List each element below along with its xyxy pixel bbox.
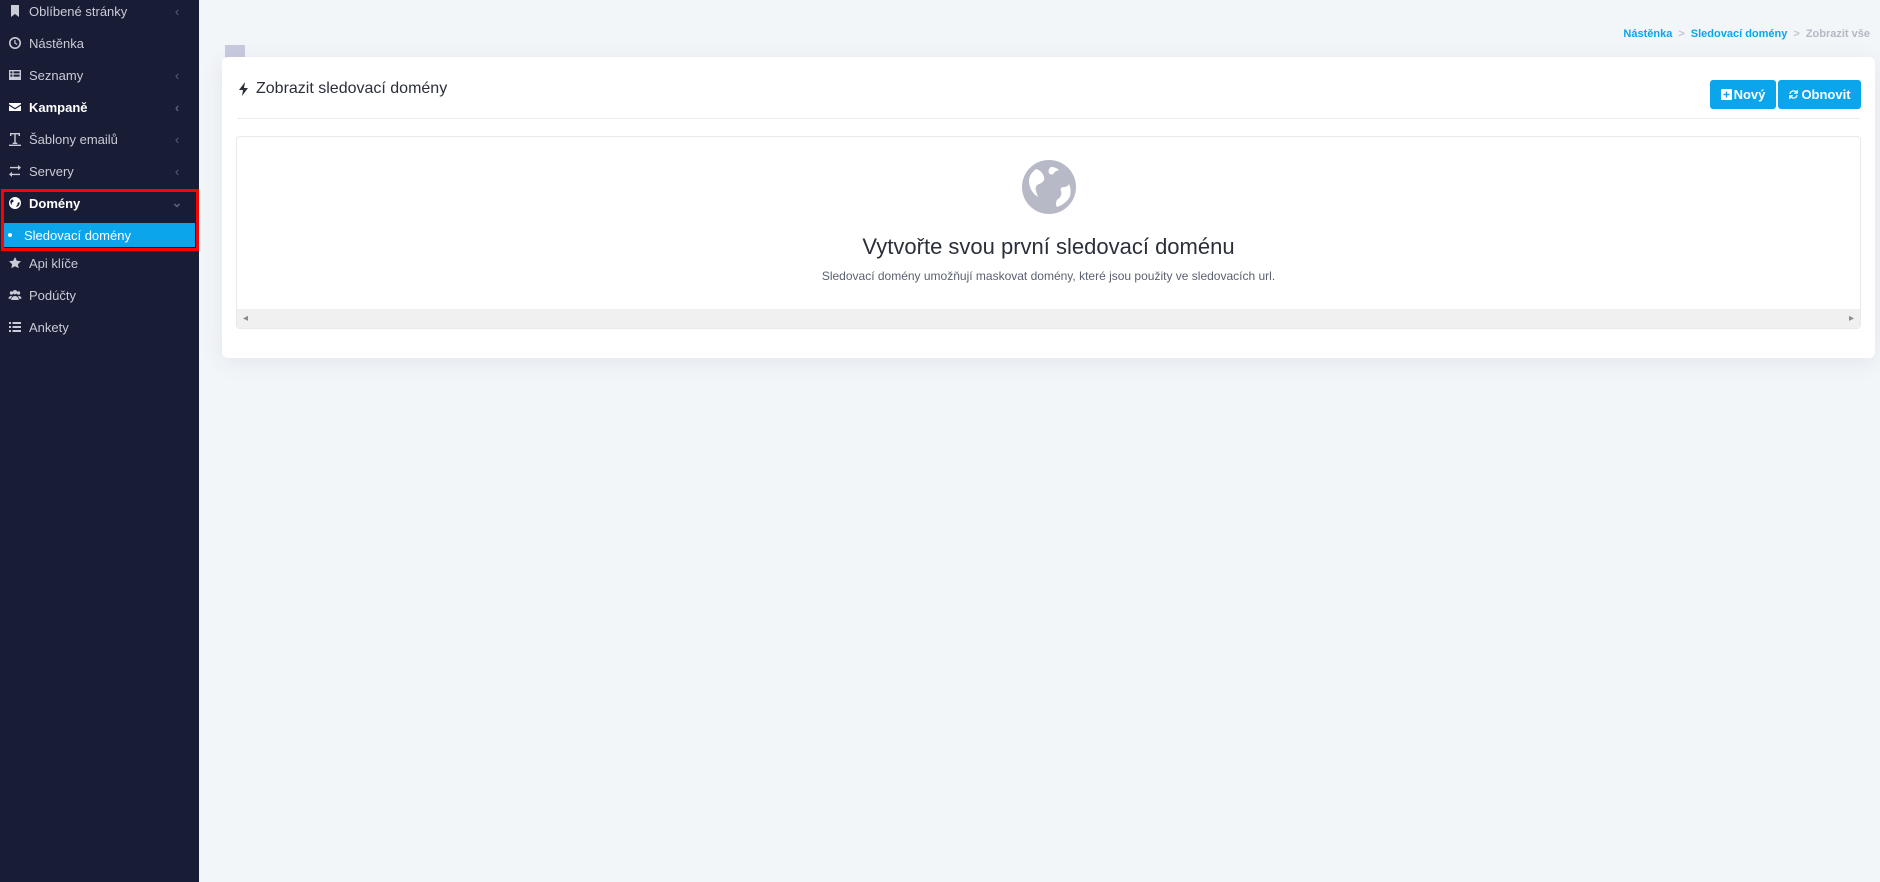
- new-button-label: Nový: [1733, 87, 1766, 102]
- sidebar-item-label: Podúčty: [29, 287, 76, 303]
- refresh-button-label: Obnovit: [1801, 87, 1851, 102]
- chevron-left-icon: ‹: [174, 131, 180, 147]
- sidebar-item-label: Ankety: [29, 319, 69, 335]
- sidebar-item-dashboard[interactable]: Nástěnka: [0, 27, 199, 59]
- empty-state-description: Sledovací domény umožňují maskovat domén…: [821, 269, 1276, 283]
- breadcrumb-section[interactable]: Sledovací domény: [1691, 28, 1788, 40]
- scroll-right-icon[interactable]: ▸: [1843, 313, 1860, 324]
- breadcrumb-home[interactable]: Nástěnka: [1623, 28, 1672, 40]
- empty-state-title: Vytvořte svou první sledovací doménu: [862, 234, 1235, 259]
- dashboard-icon: [8, 36, 22, 50]
- page-title: Zobrazit sledovací domény: [238, 80, 447, 98]
- main-card: Zobrazit sledovací domény Nový Obnovit V…: [222, 57, 1875, 358]
- sidebar-item-label: Seznamy: [29, 67, 84, 83]
- horizontal-scrollbar[interactable]: ◂ ▸: [237, 309, 1860, 328]
- breadcrumb-separator: >: [1793, 28, 1800, 40]
- chevron-left-icon: ‹: [174, 99, 180, 115]
- empty-state: Vytvořte svou první sledovací doménu Sle…: [236, 136, 1861, 329]
- sidebar-item-servers[interactable]: Servery ‹: [0, 155, 199, 187]
- breadcrumb: Nástěnka > Sledovací domény > Zobrazit v…: [1623, 28, 1870, 40]
- sidebar-item-label: Oblíbené stránky: [29, 3, 128, 19]
- divider: [237, 118, 1860, 119]
- envelope-icon: [8, 100, 22, 114]
- sidebar: Oblíbené stránky ‹ Nástěnka Seznamy ‹ Ka…: [0, 0, 199, 882]
- refresh-button[interactable]: Obnovit: [1778, 80, 1861, 109]
- list-icon: [8, 320, 22, 334]
- new-button[interactable]: Nový: [1710, 80, 1776, 109]
- sidebar-item-favorites[interactable]: Oblíbené stránky ‹: [0, 0, 199, 27]
- chevron-left-icon: ‹: [174, 67, 180, 83]
- sidebar-item-label: Servery: [29, 163, 74, 179]
- refresh-icon: [1789, 90, 1799, 99]
- list-table-icon: [8, 68, 22, 82]
- exchange-icon: [8, 164, 22, 178]
- sidebar-item-label: Nástěnka: [29, 35, 84, 51]
- sidebar-item-campaigns[interactable]: Kampaně ‹: [0, 91, 199, 123]
- sidebar-item-lists[interactable]: Seznamy ‹: [0, 59, 199, 91]
- breadcrumb-current: Zobrazit vše: [1805, 28, 1870, 40]
- users-icon: [8, 288, 22, 302]
- text-template-icon: [8, 132, 22, 146]
- star-icon: [8, 256, 22, 270]
- chevron-left-icon: ‹: [174, 3, 180, 19]
- sidebar-item-api-keys[interactable]: Api klíče: [0, 247, 199, 279]
- sidebar-item-label: Šablony emailů: [29, 131, 118, 147]
- sidebar-item-polls[interactable]: Ankety: [0, 311, 199, 343]
- page-title-text: Zobrazit sledovací domény: [256, 80, 448, 97]
- sidebar-item-email-templates[interactable]: Šablony emailů ‹: [0, 123, 199, 155]
- plus-square-icon: [1720, 89, 1732, 100]
- chevron-left-icon: ‹: [174, 163, 180, 179]
- globe-icon: [1022, 160, 1076, 214]
- sidebar-item-label: Api klíče: [29, 255, 79, 271]
- scroll-left-icon[interactable]: ◂: [237, 313, 254, 324]
- sidebar-item-subaccounts[interactable]: Podúčty: [0, 279, 199, 311]
- bolt-icon: [239, 82, 248, 96]
- bookmark-icon: [8, 4, 22, 18]
- sidebar-item-label: Kampaně: [29, 99, 88, 115]
- breadcrumb-separator: >: [1678, 28, 1685, 40]
- highlight-box: [1, 189, 199, 251]
